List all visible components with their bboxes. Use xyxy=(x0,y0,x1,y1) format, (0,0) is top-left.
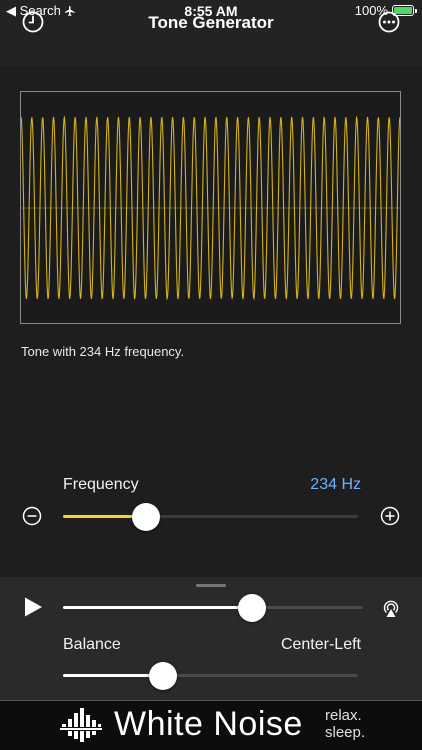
balance-value: Center-Left xyxy=(280,636,361,653)
decrease-frequency-button[interactable] xyxy=(22,506,42,526)
ellipsis-circle-icon xyxy=(378,11,400,33)
plus-circle-icon xyxy=(380,506,400,526)
balance-slider-fill xyxy=(63,674,163,677)
panel-grabber-handle[interactable] xyxy=(196,584,226,587)
clock-icon xyxy=(22,11,44,33)
balance-slider-thumb[interactable] xyxy=(149,662,177,690)
ad-tagline-line2: sleep. xyxy=(325,724,366,741)
waveform-display xyxy=(20,91,401,324)
playback-slider[interactable] xyxy=(63,594,363,622)
tone-description: Tone with 234 Hz frequency. xyxy=(21,344,185,359)
more-options-button[interactable] xyxy=(377,10,401,34)
playback-slider-thumb[interactable] xyxy=(238,594,266,622)
airplay-audio-icon xyxy=(383,600,399,617)
play-icon xyxy=(25,597,42,617)
white-noise-logo-icon xyxy=(60,707,102,743)
play-button[interactable] xyxy=(22,596,44,618)
frequency-value: 234 Hz xyxy=(310,476,361,493)
waveform-plot xyxy=(20,115,401,301)
increase-frequency-button[interactable] xyxy=(380,506,400,526)
minus-circle-icon xyxy=(22,506,42,526)
balance-label: Balance xyxy=(63,636,121,653)
ad-tagline: relax. sleep. xyxy=(325,707,365,741)
frequency-slider-thumb[interactable] xyxy=(132,503,160,531)
ad-title: White Noise xyxy=(114,705,303,743)
page-title: Tone Generator xyxy=(148,13,274,32)
ad-tagline-line1: relax. xyxy=(325,707,362,724)
history-button[interactable] xyxy=(21,10,45,34)
airplay-button[interactable] xyxy=(380,597,402,619)
frequency-label: Frequency xyxy=(63,476,139,493)
frequency-slider[interactable] xyxy=(63,503,358,531)
playback-slider-fill xyxy=(63,606,252,609)
balance-slider[interactable] xyxy=(63,662,358,690)
